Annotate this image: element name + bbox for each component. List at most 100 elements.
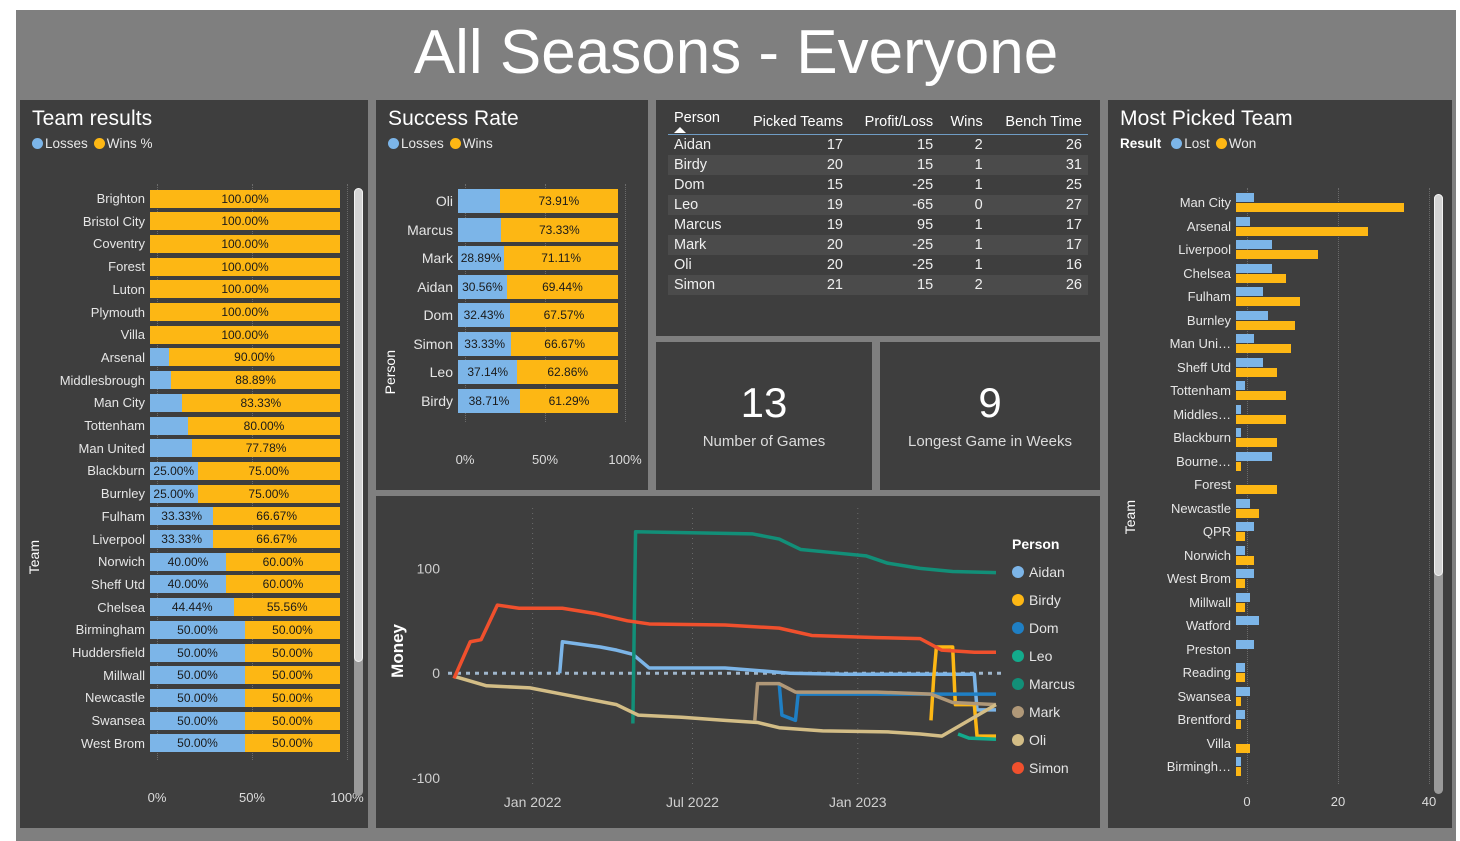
bar-segment-wins[interactable]: 73.33% bbox=[500, 217, 618, 242]
bar-segment-losses[interactable]: 28.89% bbox=[458, 246, 505, 270]
most-picked-bar-row[interactable]: Brentford bbox=[1108, 709, 1438, 731]
bar-segment-wins[interactable]: 60.00% bbox=[226, 575, 340, 594]
team-results-bar-row[interactable]: Coventry 100.00% bbox=[20, 234, 347, 253]
bar-segment-wins[interactable]: 67.57% bbox=[509, 303, 618, 327]
bar-lost[interactable] bbox=[1236, 240, 1273, 249]
bar-lost[interactable] bbox=[1236, 569, 1255, 578]
bar-segment-losses[interactable]: 44.44% bbox=[150, 598, 235, 617]
table-header-person[interactable]: Person bbox=[668, 108, 735, 135]
team-results-bar-row[interactable]: Man United 77.78% bbox=[20, 439, 347, 458]
bar-segment-wins[interactable]: 50.00% bbox=[245, 688, 340, 707]
bar-lost[interactable] bbox=[1236, 451, 1273, 461]
team-results-bar-row[interactable]: Swansea 50.00% 50.00% bbox=[20, 711, 347, 730]
most-picked-bar-row[interactable]: QPR bbox=[1108, 521, 1438, 543]
legend-item-birdy[interactable]: Birdy bbox=[1012, 592, 1098, 608]
bar-won[interactable] bbox=[1236, 696, 1241, 706]
bar-won[interactable] bbox=[1236, 391, 1287, 400]
table-row[interactable]: Marcus 19 95 1 17 bbox=[668, 215, 1088, 235]
team-results-bar-row[interactable]: Man City 83.33% bbox=[20, 393, 347, 412]
line-series-mark[interactable] bbox=[753, 681, 997, 721]
kpi-longest-game-card[interactable]: 9 Longest Game in Weeks bbox=[880, 342, 1100, 490]
bar-segment-losses[interactable] bbox=[458, 189, 500, 213]
table-row[interactable]: Dom 15 -25 1 25 bbox=[668, 175, 1088, 195]
team-results-bar-row[interactable]: Plymouth 100.00% bbox=[20, 303, 347, 322]
bar-won[interactable] bbox=[1236, 320, 1296, 330]
team-results-bar-row[interactable]: Luton 100.00% bbox=[20, 280, 347, 299]
bar-segment-wins[interactable]: 50.00% bbox=[245, 666, 340, 685]
team-results-bar-row[interactable]: Brighton 100.00% bbox=[20, 189, 347, 208]
most-picked-bar-row[interactable]: Man Uni… bbox=[1108, 333, 1438, 355]
bar-segment-wins[interactable]: 100.00% bbox=[150, 257, 340, 276]
bar-won[interactable] bbox=[1236, 767, 1241, 776]
bar-segment-wins[interactable]: 100.00% bbox=[150, 303, 340, 321]
success-rate-bar-row[interactable]: Aidan 30.56% 69.44% bbox=[376, 274, 625, 299]
success-rate-bar-row[interactable]: Simon 33.33% 66.67% bbox=[376, 331, 625, 356]
bar-lost[interactable] bbox=[1236, 757, 1241, 766]
bar-lost[interactable] bbox=[1236, 710, 1246, 719]
bar-segment-losses[interactable] bbox=[150, 439, 193, 458]
bar-segment-losses[interactable]: 37.14% bbox=[458, 360, 518, 384]
bar-lost[interactable] bbox=[1236, 663, 1246, 672]
success-rate-bar-row[interactable]: Leo 37.14% 62.86% bbox=[376, 360, 625, 384]
bar-segment-wins[interactable]: 100.00% bbox=[150, 212, 340, 231]
success-rate-bar-row[interactable]: Oli 73.91% bbox=[376, 189, 625, 213]
bar-segment-wins[interactable]: 75.00% bbox=[197, 484, 340, 503]
most-picked-bar-row[interactable]: Tottenham bbox=[1108, 380, 1438, 402]
bar-segment-losses[interactable]: 33.33% bbox=[150, 530, 214, 548]
table-row[interactable]: Leo 19 -65 0 27 bbox=[668, 195, 1088, 215]
bar-lost[interactable] bbox=[1236, 334, 1255, 343]
bar-won[interactable] bbox=[1236, 508, 1259, 518]
legend-item-aidan[interactable]: Aidan bbox=[1012, 564, 1098, 580]
most-picked-bar-row[interactable]: Swansea bbox=[1108, 686, 1438, 708]
table-header-profit-loss[interactable]: Profit/Loss bbox=[848, 108, 940, 135]
bar-won[interactable] bbox=[1236, 438, 1277, 447]
bar-segment-losses[interactable]: 50.00% bbox=[150, 734, 245, 753]
most-picked-bar-row[interactable]: Millwall bbox=[1108, 592, 1438, 614]
bar-segment-losses[interactable]: 33.33% bbox=[458, 331, 512, 356]
most-picked-bar-row[interactable]: Norwich bbox=[1108, 545, 1438, 567]
bar-segment-wins[interactable]: 73.91% bbox=[499, 189, 618, 213]
legend-item-simon[interactable]: Simon bbox=[1012, 760, 1098, 776]
bar-segment-wins[interactable]: 69.44% bbox=[506, 274, 618, 299]
table-row[interactable]: Oli 20 -25 1 16 bbox=[668, 255, 1088, 275]
most-picked-bar-row[interactable]: Chelsea bbox=[1108, 263, 1438, 285]
bar-segment-losses[interactable]: 50.00% bbox=[150, 711, 245, 730]
bar-won[interactable] bbox=[1236, 602, 1246, 612]
bar-segment-losses[interactable] bbox=[150, 371, 172, 390]
team-results-bar-row[interactable]: Norwich 40.00% 60.00% bbox=[20, 552, 347, 571]
most-picked-bar-row[interactable]: Watford bbox=[1108, 615, 1438, 637]
bar-won[interactable] bbox=[1236, 273, 1287, 283]
bar-won[interactable] bbox=[1236, 367, 1277, 377]
team-results-bar-row[interactable]: Fulham 33.33% 66.67% bbox=[20, 507, 347, 526]
bar-segment-losses[interactable]: 50.00% bbox=[150, 666, 245, 685]
bar-lost[interactable] bbox=[1236, 310, 1268, 320]
legend-item-marcus[interactable]: Marcus bbox=[1012, 676, 1098, 692]
bar-segment-losses[interactable]: 40.00% bbox=[150, 552, 226, 571]
bar-lost[interactable] bbox=[1236, 498, 1250, 508]
legend-item-lost[interactable]: Lost bbox=[1171, 136, 1210, 151]
success-rate-bar-row[interactable]: Mark 28.89% 71.11% bbox=[376, 246, 625, 270]
bar-segment-wins[interactable]: 75.00% bbox=[197, 461, 340, 480]
bar-lost[interactable] bbox=[1236, 216, 1250, 226]
bar-segment-losses[interactable]: 50.00% bbox=[150, 620, 245, 639]
bar-segment-losses[interactable]: 40.00% bbox=[150, 575, 226, 594]
bar-lost[interactable] bbox=[1236, 522, 1255, 531]
bar-won[interactable] bbox=[1236, 203, 1405, 212]
table-row[interactable]: Mark 20 -25 1 17 bbox=[668, 235, 1088, 255]
bar-segment-wins[interactable]: 83.33% bbox=[181, 393, 340, 412]
legend-item-dom[interactable]: Dom bbox=[1012, 620, 1098, 636]
bar-won[interactable] bbox=[1236, 226, 1368, 236]
person-table[interactable]: Person Picked Teams Profit/Loss Wins Bench T… bbox=[668, 108, 1088, 295]
most-picked-bar-row[interactable]: Villa bbox=[1108, 733, 1438, 755]
bar-lost[interactable] bbox=[1236, 639, 1255, 649]
success-rate-bar-row[interactable]: Birdy 38.71% 61.29% bbox=[376, 388, 625, 413]
bar-segment-wins[interactable]: 100.00% bbox=[150, 325, 340, 344]
bar-won[interactable] bbox=[1236, 414, 1287, 424]
most-picked-bar-row[interactable]: West Brom bbox=[1108, 568, 1438, 590]
bar-segment-wins[interactable]: 60.00% bbox=[226, 552, 340, 571]
bar-segment-wins[interactable]: 90.00% bbox=[169, 348, 340, 367]
bar-segment-wins[interactable]: 77.78% bbox=[192, 439, 340, 458]
most-picked-bar-row[interactable]: Man City bbox=[1108, 192, 1438, 214]
bar-segment-losses[interactable] bbox=[150, 393, 182, 412]
bar-segment-wins[interactable]: 50.00% bbox=[245, 711, 340, 730]
